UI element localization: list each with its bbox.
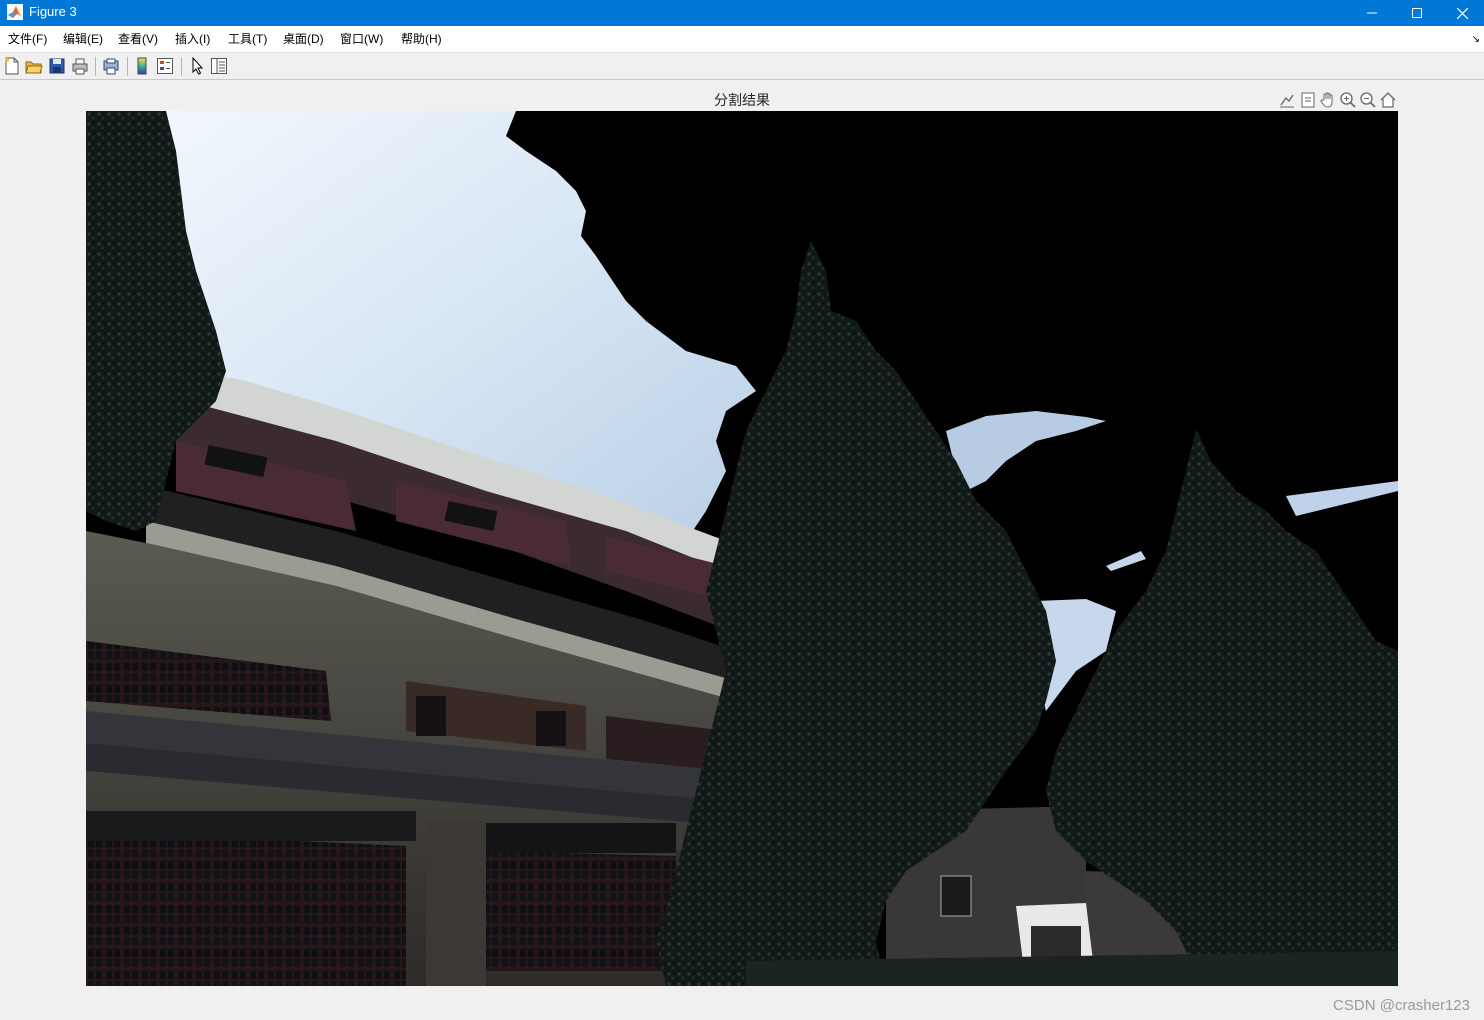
menu-insert[interactable]: 插入(I) <box>175 32 210 47</box>
figure-canvas: 分割结果 CSDN @crasher123 <box>0 81 1484 1020</box>
watermark: CSDN @crasher123 <box>1333 997 1470 1014</box>
toolbar-separator <box>95 57 96 76</box>
window-title: Figure 3 <box>29 4 77 19</box>
export-icon[interactable] <box>1278 91 1296 109</box>
minimize-button[interactable] <box>1349 0 1395 26</box>
menu-edit[interactable]: 编辑(E) <box>63 32 103 47</box>
axes-title: 分割结果 <box>714 92 770 108</box>
maximize-icon <box>1412 8 1422 18</box>
minimize-icon <box>1367 12 1377 14</box>
new-figure-icon[interactable] <box>3 57 21 75</box>
menu-desktop[interactable]: 桌面(D) <box>283 32 324 47</box>
menu-window[interactable]: 窗口(W) <box>340 32 383 47</box>
zoom-out-icon[interactable] <box>1359 91 1377 109</box>
segmentation-result-image <box>86 111 1398 986</box>
pan-icon[interactable] <box>1319 91 1337 109</box>
zoom-in-icon[interactable] <box>1339 91 1357 109</box>
figure-toolbar <box>0 53 1484 80</box>
toolbar-separator <box>127 57 128 76</box>
brush-icon[interactable] <box>1299 91 1317 109</box>
menu-help[interactable]: 帮助(H) <box>401 32 442 47</box>
menu-view[interactable]: 查看(V) <box>118 32 158 47</box>
figure-window: Figure 3 文件(F) 编辑(E) 查看(V) 插入(I) 工具(T) 桌… <box>0 0 1484 1020</box>
dock-arrow-icon[interactable]: ↘ <box>1472 34 1480 45</box>
colorbar-icon[interactable] <box>133 57 151 75</box>
print-icon[interactable] <box>71 57 89 75</box>
home-icon[interactable] <box>1379 91 1397 109</box>
segmented-photo <box>86 111 1398 986</box>
menu-file[interactable]: 文件(F) <box>8 32 47 47</box>
matlab-logo-icon <box>7 4 23 20</box>
menu-bar: 文件(F) 编辑(E) 查看(V) 插入(I) 工具(T) 桌面(D) 窗口(W… <box>0 26 1484 53</box>
close-button[interactable] <box>1439 0 1484 26</box>
toolbar-separator <box>181 57 182 76</box>
menu-tools[interactable]: 工具(T) <box>228 32 267 47</box>
legend-icon[interactable] <box>156 57 174 75</box>
open-file-icon[interactable] <box>25 57 43 75</box>
title-bar: Figure 3 <box>0 0 1484 26</box>
close-icon <box>1456 7 1468 19</box>
save-icon[interactable] <box>48 57 66 75</box>
maximize-button[interactable] <box>1394 0 1440 26</box>
property-inspector-icon[interactable] <box>210 57 228 75</box>
print-preview-icon[interactable] <box>102 57 120 75</box>
edit-pointer-icon[interactable] <box>188 56 206 75</box>
